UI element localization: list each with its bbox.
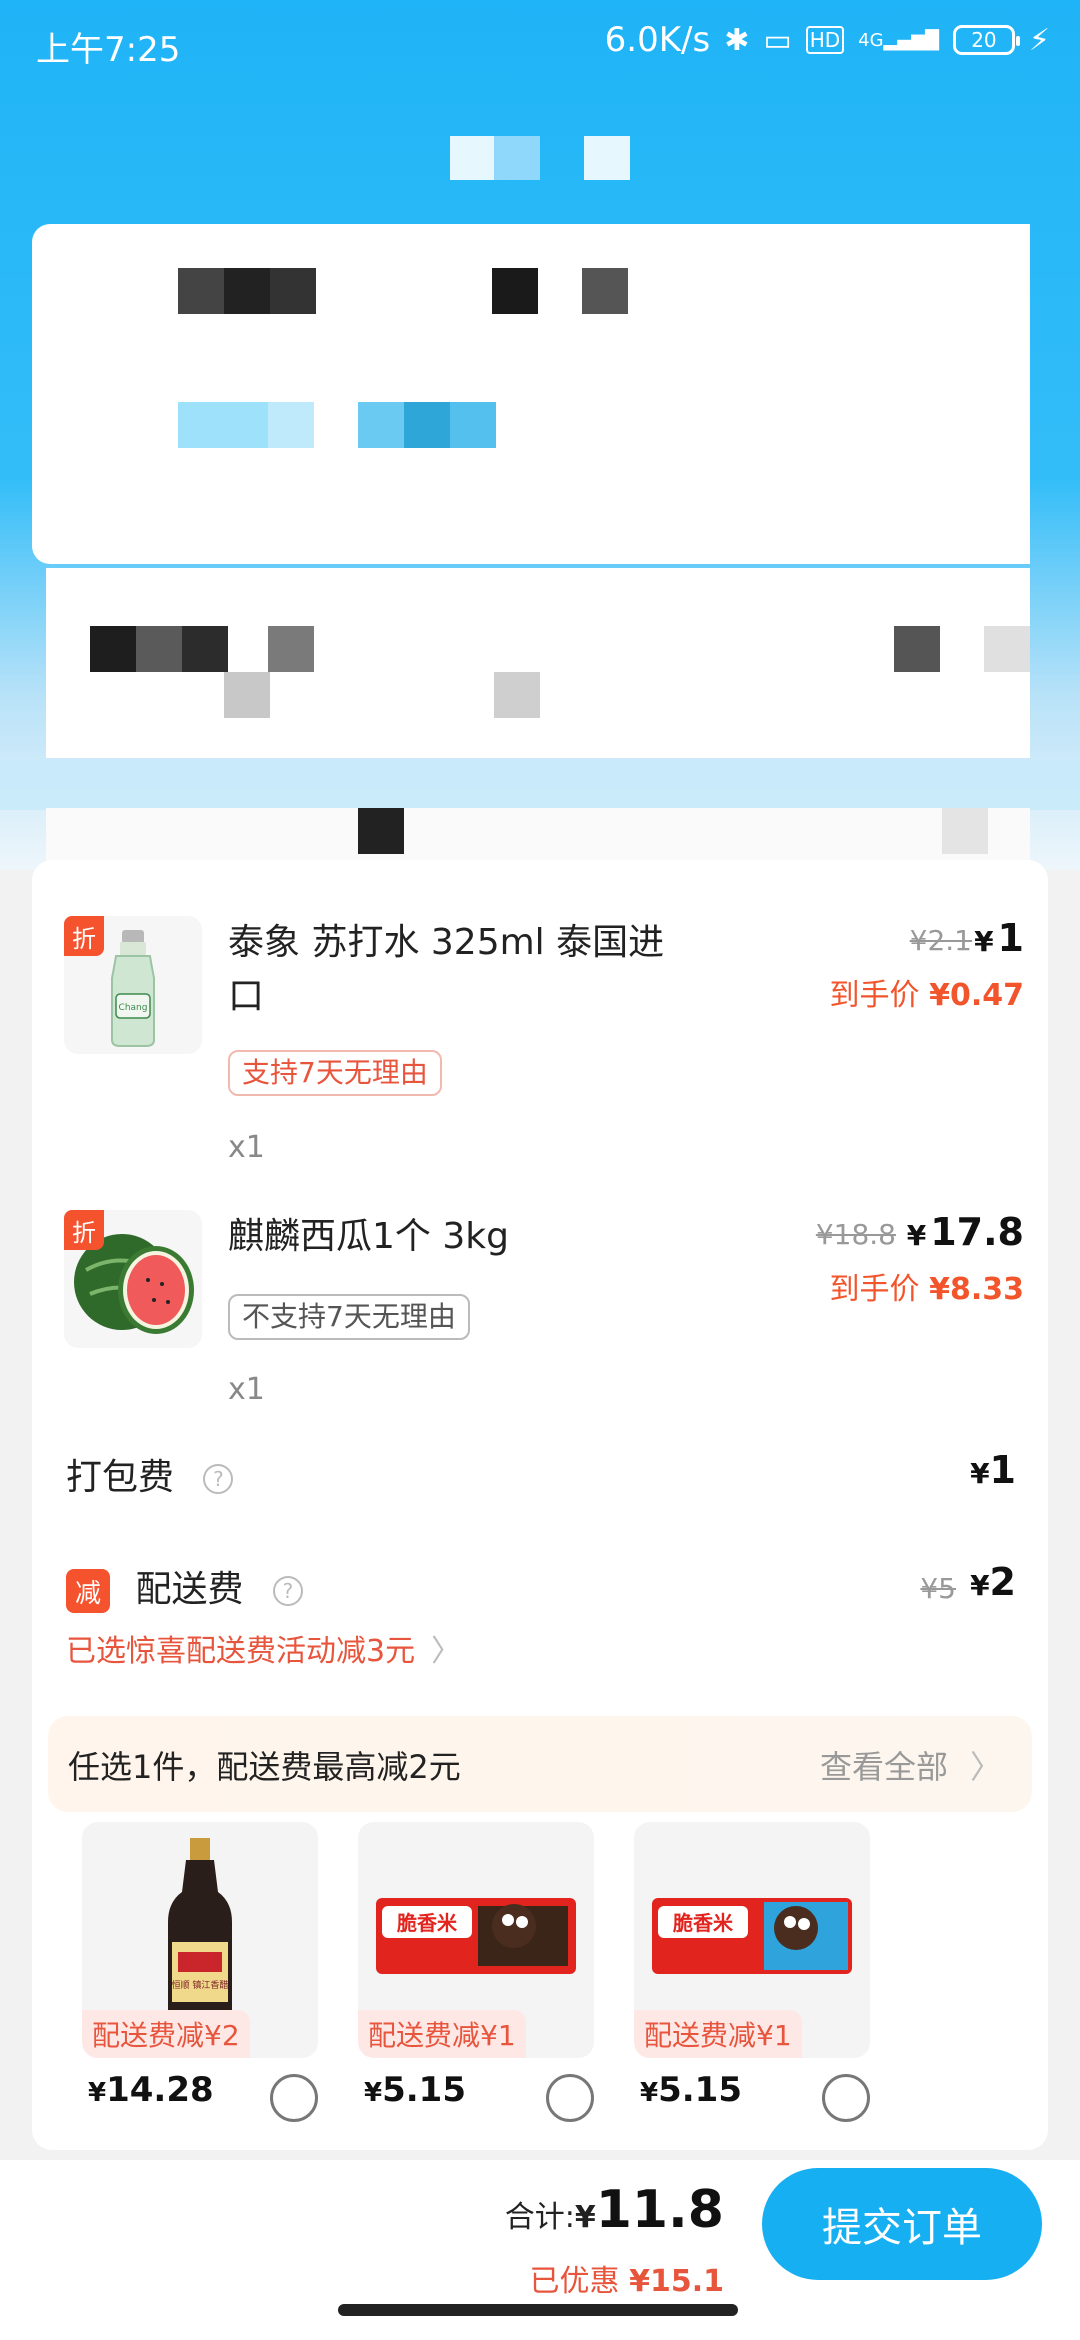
packing-fee-label: 打包费 xyxy=(66,1457,175,1498)
return-policy-tag: 不支持7天无理由 xyxy=(228,1294,470,1340)
recommend-price: ¥14.28 xyxy=(88,2070,214,2110)
discount-tag: 折 xyxy=(64,1210,104,1250)
view-all-link[interactable]: 查看全部〉 xyxy=(820,1742,1002,1788)
blur-band xyxy=(0,760,1080,810)
price-symbol: ¥ xyxy=(906,1219,927,1252)
help-icon[interactable]: ? xyxy=(203,1464,234,1494)
item-original-price: ¥18.8 xyxy=(815,1218,896,1251)
page-title-pixelated xyxy=(450,136,630,180)
delivery-activity-link[interactable]: 已选惊喜配送费活动减3元〉 xyxy=(66,1626,461,1670)
price-value: 5.15 xyxy=(382,2070,466,2110)
battery-icon: 20 xyxy=(952,25,1020,55)
delivery-fee-row: 减 配送费 ? ¥5 ¥2 xyxy=(66,1560,1016,1620)
final-value: ¥0.47 xyxy=(929,978,1024,1013)
delivery-fee-original: ¥5 xyxy=(920,1572,956,1605)
hd-icon: HD xyxy=(805,26,845,54)
item-final-price: 到手价 ¥0.47 xyxy=(830,970,1024,1014)
bluetooth-icon: ✱ xyxy=(724,22,750,58)
delivery-reduce-tag: 配送费减¥1 xyxy=(358,2010,526,2058)
discount-tag: 折 xyxy=(64,916,104,956)
recommend-item[interactable]: 脆香米 配送费减¥1 ¥5.15 xyxy=(634,1822,870,2110)
item-final-price: 到手价 ¥8.33 xyxy=(830,1264,1024,1308)
view-all-label: 查看全部 xyxy=(819,1748,948,1786)
promo-text: 任选1件，配送费最高减2元 xyxy=(68,1748,461,1786)
packing-fee-amount: ¥1 xyxy=(970,1448,1016,1492)
recommend-item[interactable]: 恒顺 镇江香醋 配送费减¥2 ¥14.28 xyxy=(82,1822,318,2110)
recommend-price: ¥5.15 xyxy=(640,2070,742,2110)
delivery-reduce-tag: 配送费减¥1 xyxy=(634,2010,802,2058)
price-symbol: ¥ xyxy=(974,925,994,958)
fee-symbol: ¥ xyxy=(970,1457,990,1490)
select-radio[interactable] xyxy=(822,2074,870,2122)
label-text: 恒顺 镇江香醋 xyxy=(172,1979,229,1991)
svg-text:Chang: Chang xyxy=(119,1003,148,1013)
item-name: 泰象 苏打水 325ml 泰国进口 xyxy=(228,922,665,1017)
item-quantity: x1 xyxy=(228,1372,265,1407)
item-quantity: x1 xyxy=(228,1130,265,1165)
packing-fee-row: 打包费 ? ¥1 xyxy=(66,1448,1016,1508)
recommend-image: 恒顺 镇江香醋 配送费减¥2 xyxy=(82,1822,318,2058)
fee-value: 1 xyxy=(989,1448,1016,1492)
home-indicator[interactable] xyxy=(338,2304,738,2316)
delivery-fee-label: 配送费 xyxy=(135,1569,244,1610)
total-value: 11.8 xyxy=(595,2180,724,2240)
help-icon[interactable]: ? xyxy=(272,1576,303,1606)
item-name: 麒麟西瓜1个 3kg xyxy=(228,1216,509,1257)
delivery-time-card[interactable] xyxy=(46,568,1030,758)
submit-order-button[interactable]: 提交订单 xyxy=(762,2168,1042,2280)
total-symbol: ¥ xyxy=(574,2200,596,2235)
price-symbol: ¥ xyxy=(364,2078,383,2108)
status-time: 上午7:25 xyxy=(36,30,181,70)
activity-text: 已选惊喜配送费活动减3元 xyxy=(66,1634,416,1669)
charging-icon: ⚡ xyxy=(1028,22,1050,58)
select-radio[interactable] xyxy=(270,2074,318,2122)
return-policy-tag: 支持7天无理由 xyxy=(228,1050,442,1096)
delivery-fee-amount: ¥2 xyxy=(970,1560,1016,1604)
price-value: 5.15 xyxy=(658,2070,742,2110)
select-radio[interactable] xyxy=(546,2074,594,2122)
item-original-price: ¥2.1 xyxy=(909,924,972,957)
order-saved: 已优惠 ¥15.1 xyxy=(530,2256,724,2300)
vibrate-icon: ▭ xyxy=(763,22,792,58)
brand-text: 脆香米 xyxy=(397,1911,458,1935)
store-header xyxy=(46,808,1030,868)
saved-value: ¥15.1 xyxy=(629,2264,724,2299)
recommend-image: 脆香米 配送费减¥1 xyxy=(358,1822,594,2058)
chevron-right-icon: 〉 xyxy=(969,1748,1002,1786)
final-value: ¥8.33 xyxy=(929,1272,1024,1307)
signal-icon: 4G▂▄▆█ xyxy=(858,29,939,51)
order-item[interactable]: 折 麒麟西瓜1个 3kg ¥18.8 ¥17.8 到手价 ¥8.33 不支持7天… xyxy=(64,1210,1024,1430)
price-value: 1 xyxy=(997,916,1024,960)
price-value: 17.8 xyxy=(930,1210,1024,1254)
delivery-reduce-tag: 配送费减¥2 xyxy=(82,2010,250,2058)
status-bar: 上午7:25 6.0K/s ✱ ▭ HD 4G▂▄▆█ 20 ⚡ xyxy=(0,0,1080,92)
checkout-bar: 合计:¥11.8 已优惠 ¥15.1 提交订单 xyxy=(0,2160,1080,2340)
order-total: 合计:¥11.8 xyxy=(505,2180,724,2240)
saved-label: 已优惠 xyxy=(529,2264,620,2299)
final-label: 到手价 xyxy=(829,1272,920,1307)
fee-value: 2 xyxy=(989,1560,1016,1604)
item-price: ¥1 xyxy=(974,916,1024,960)
recommend-price: ¥5.15 xyxy=(364,2070,466,2110)
recommend-item[interactable]: 脆香米 配送费减¥1 ¥5.15 xyxy=(358,1822,594,2110)
address-card[interactable] xyxy=(32,224,1030,564)
chevron-right-icon: 〉 xyxy=(431,1634,462,1669)
final-label: 到手价 xyxy=(829,978,920,1013)
brand-text: 脆香米 xyxy=(673,1911,734,1935)
net-speed: 6.0K/s xyxy=(604,20,711,60)
signal-label: 4G xyxy=(858,29,884,51)
price-symbol: ¥ xyxy=(88,2078,107,2108)
price-symbol: ¥ xyxy=(640,2078,659,2108)
promo-banner: 任选1件，配送费最高减2元 查看全部〉 xyxy=(48,1716,1032,1812)
recommend-image: 脆香米 配送费减¥1 xyxy=(634,1822,870,2058)
order-item[interactable]: Chang 折 泰象 苏打水 325ml 泰国进口 ¥2.1 ¥1 到手价 ¥0… xyxy=(64,916,1024,1176)
total-label: 合计: xyxy=(504,2200,575,2235)
battery-level: 20 xyxy=(971,28,997,52)
item-price: ¥17.8 xyxy=(907,1210,1024,1254)
fee-symbol: ¥ xyxy=(970,1569,990,1602)
reduction-badge: 减 xyxy=(66,1569,110,1613)
price-value: 14.28 xyxy=(106,2070,214,2110)
